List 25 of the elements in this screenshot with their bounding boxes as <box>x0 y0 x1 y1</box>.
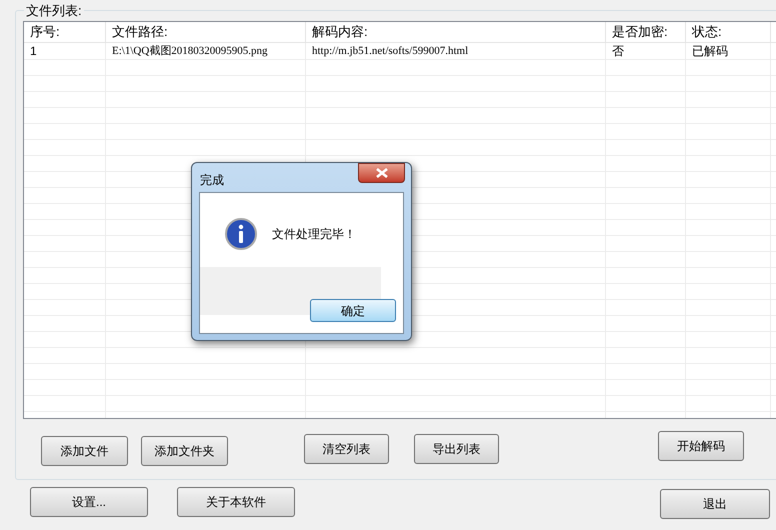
close-button[interactable] <box>358 163 405 183</box>
dialog-title: 完成 <box>200 172 224 189</box>
group-title: 文件列表: <box>24 3 84 19</box>
column-header[interactable]: 文件路径: <box>106 22 306 42</box>
column-header[interactable]: 解码内容: <box>306 22 606 42</box>
close-icon <box>376 168 388 178</box>
push-button[interactable]: 添加文件夹 <box>141 436 228 466</box>
column-header[interactable]: 序号: <box>24 22 106 42</box>
push-button[interactable]: 导出列表 <box>414 434 499 464</box>
dialog-message: 文件处理完毕！ <box>272 226 356 243</box>
push-button[interactable]: 清空列表 <box>304 434 389 464</box>
info-icon <box>225 218 257 250</box>
table-cell: http://m.jb51.net/softs/599007.html <box>306 43 606 59</box>
push-button[interactable]: 退出 <box>660 489 770 519</box>
table-cell: 否 <box>606 43 686 59</box>
push-button[interactable]: 关于本软件 <box>177 487 295 517</box>
ok-button[interactable]: 确定 <box>310 299 396 322</box>
push-button[interactable]: 添加文件 <box>41 436 128 466</box>
push-button[interactable]: 设置... <box>30 487 148 517</box>
table-cell: 1 <box>24 43 106 59</box>
table-cell: 已解码 <box>686 43 771 59</box>
table-cell: E:\1\QQ截图20180320095905.png <box>106 43 306 59</box>
column-header[interactable]: 是否加密: <box>606 22 686 42</box>
push-button[interactable]: 开始解码 <box>658 431 744 461</box>
column-header[interactable]: 状态: <box>686 22 771 42</box>
